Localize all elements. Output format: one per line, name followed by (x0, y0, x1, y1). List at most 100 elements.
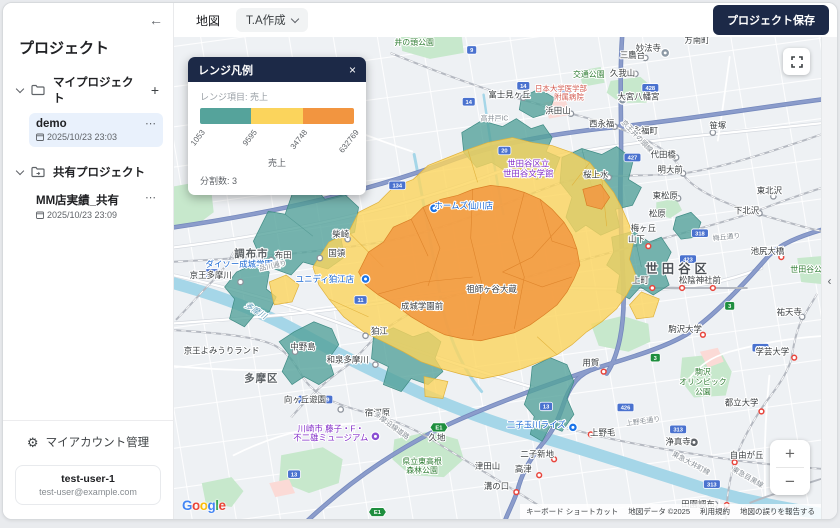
section-label: 共有プロジェクト (53, 164, 161, 180)
svg-text:13: 13 (291, 472, 297, 478)
svg-text:11: 11 (358, 298, 365, 304)
zoom-in-button[interactable]: + (770, 440, 810, 467)
section-label: マイプロジェクト (53, 74, 141, 106)
legend-tick-label: 34748 (289, 128, 310, 151)
map-label: 学芸大学 (756, 347, 790, 357)
map-label: 浄真寺 (665, 436, 690, 446)
map-label: 東北沢 (757, 185, 783, 195)
map-label: 世田谷公園 (790, 264, 821, 274)
map-label: 祐天寺 (777, 307, 802, 317)
map-label: 世田谷区立 (507, 158, 549, 168)
station-circle (373, 362, 378, 367)
legend-color-bar (200, 108, 354, 124)
station-dot (680, 286, 685, 291)
zoom-out-button[interactable]: − (770, 468, 810, 495)
station-dot (537, 473, 542, 478)
ta-create-label: T.A作成 (246, 12, 286, 28)
user-card[interactable]: test-user-1 test-user@example.com (15, 465, 161, 505)
section-shared-projects[interactable]: 共有プロジェクト (3, 158, 173, 186)
legend-color-segment (200, 108, 251, 124)
map-label: ユニディ狛江店 (296, 274, 354, 284)
project-name: MM店実績_共有 (36, 192, 145, 208)
map-label: 松陰神社前 (679, 275, 721, 285)
legend-divisions: 分割数: 3 (200, 174, 354, 187)
map-label: 県立東高根 (402, 456, 442, 466)
project-sidebar: ← プロジェクト マイプロジェクト + demo 2025/10/23 23:0… (3, 3, 174, 519)
legend-tick-labels: 1053959534748632769 (200, 126, 354, 156)
account-settings-button[interactable]: ⚙ マイアカウント管理 (3, 421, 173, 463)
svg-text:318: 318 (695, 231, 705, 237)
sidebar-collapse-icon[interactable]: ← (149, 13, 163, 27)
map-label: 津田山 (475, 461, 500, 471)
project-menu-icon[interactable]: ⋯ (145, 117, 157, 130)
calendar-icon (36, 211, 44, 219)
add-project-button[interactable]: + (149, 83, 161, 97)
map-label: 明大前 (658, 164, 683, 174)
user-name: test-user-1 (20, 473, 156, 485)
map-label: 附属病院 (554, 92, 584, 102)
section-my-projects[interactable]: マイプロジェクト + (3, 68, 173, 112)
map-label: 不二雄ミュージアム (293, 432, 368, 442)
map-label: 多摩区 (244, 372, 278, 385)
app-window: ← プロジェクト マイプロジェクト + demo 2025/10/23 23:0… (2, 2, 838, 520)
station-circle (710, 130, 715, 135)
station-dot (601, 369, 606, 374)
map-label: 柴崎 (332, 229, 349, 239)
svg-text:9: 9 (470, 48, 473, 54)
ta-create-dropdown[interactable]: T.A作成 (236, 8, 308, 32)
map-tab[interactable]: 地図 (196, 12, 220, 29)
report-map-error-link[interactable]: 地図の誤りを報告する (740, 506, 815, 517)
project-date: 2025/10/23 23:09 (47, 210, 117, 220)
map-label: 西永福 (589, 119, 614, 129)
map-label: 中野島 (290, 342, 315, 352)
map-label: 京王多摩川 (190, 270, 232, 280)
map-label: 二子新地 (520, 449, 554, 459)
map-label: 和泉多摩川 (327, 355, 369, 365)
map-label: 久我山 (610, 68, 635, 78)
map-label: 池尻大橋 (751, 246, 785, 256)
svg-text:13: 13 (543, 405, 549, 411)
svg-text:134: 134 (392, 184, 402, 190)
map-zoom-control: + − (770, 440, 810, 495)
project-name: demo (36, 118, 145, 130)
svg-text:313: 313 (707, 482, 717, 488)
map-label: 二子玉川ライズ (507, 419, 566, 429)
project-item-demo[interactable]: demo 2025/10/23 23:03 ⋯ (29, 113, 163, 147)
keyboard-shortcuts-link[interactable]: キーボード ショートカット (526, 506, 618, 517)
svg-text:3: 3 (728, 304, 731, 310)
station-circle (317, 255, 322, 260)
station-circle (338, 407, 343, 412)
station-dot (514, 490, 519, 495)
fullscreen-button[interactable] (783, 48, 810, 75)
svg-text:3: 3 (654, 356, 657, 362)
close-icon[interactable]: × (349, 64, 356, 76)
project-menu-icon[interactable]: ⋯ (145, 191, 157, 204)
google-logo[interactable]: Google (182, 498, 226, 513)
station-circle (363, 333, 368, 338)
calendar-icon (36, 133, 44, 141)
map-label: 山下 (628, 234, 645, 244)
legend-tick-label: 1053 (189, 128, 207, 148)
terms-link[interactable]: 利用規約 (700, 506, 730, 517)
legend-range-item: レンジ項目: 売上 (200, 90, 354, 103)
legend-title: レンジ凡例 (198, 62, 349, 78)
station-circle (238, 279, 243, 284)
map-label: 交通公園 (573, 69, 605, 79)
station-dot (710, 286, 715, 291)
map-label: 高津 (515, 464, 532, 474)
legend-header[interactable]: レンジ凡例 × (188, 57, 366, 82)
legend-color-segment (251, 108, 302, 124)
map-label: 大宮八幡宮 (617, 92, 659, 102)
gear-icon: ⚙ (27, 436, 39, 449)
map-label: 日本大学医学部 (535, 83, 588, 93)
map-canvas[interactable]: 1141171341414413428427203184234264263133… (174, 37, 821, 519)
map-label: 妙法寺 (636, 43, 661, 53)
expand-panel-chevron[interactable]: ‹ (828, 274, 832, 288)
map-label: 用賀 (582, 358, 599, 368)
project-item-shared[interactable]: MM店実績_共有 2025/10/23 23:09 ⋯ (29, 187, 163, 225)
save-project-button[interactable]: プロジェクト保存 (713, 5, 829, 35)
map-label: 桜上水 (583, 169, 609, 179)
map-label: 高井戸IC (481, 114, 509, 123)
user-email: test-user@example.com (20, 487, 156, 497)
station-dot (759, 409, 764, 414)
